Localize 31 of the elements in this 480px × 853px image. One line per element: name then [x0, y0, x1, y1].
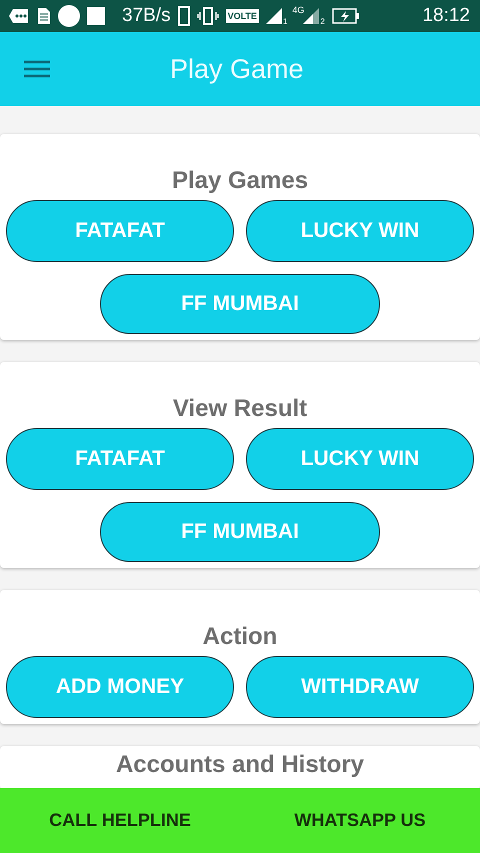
game-button[interactable]: FF MUMBAI: [100, 274, 380, 334]
signal-icon: [266, 8, 282, 24]
game-button[interactable]: FF MUMBAI: [100, 502, 380, 562]
sim-number: 2: [320, 17, 325, 26]
circle-icon: [58, 5, 80, 27]
game-button[interactable]: FATAFAT: [6, 428, 234, 490]
game-button[interactable]: ADD MONEY: [6, 656, 234, 718]
battery-charging-icon: [332, 8, 360, 24]
section-heading: View Result: [172, 394, 308, 424]
bottom-button[interactable]: WHATSAPP US: [240, 809, 480, 832]
phone-icon: [178, 6, 190, 26]
sim-number: 1: [282, 17, 288, 26]
app-title: Play Game: [170, 54, 304, 84]
game-button[interactable]: LUCKY WIN: [246, 200, 474, 262]
document-icon: [37, 7, 51, 25]
section-heading: Play Games: [170, 166, 310, 196]
network-speed: 37B/s: [122, 5, 171, 27]
volte-badge: VOLTE: [226, 9, 259, 23]
network-type: 4G: [292, 5, 304, 15]
section-heading: Accounts and History: [114, 750, 366, 780]
bottom-button[interactable]: CALL HELPLINE: [0, 809, 240, 832]
game-button[interactable]: WITHDRAW: [246, 656, 474, 718]
vibrate-icon: [196, 7, 219, 25]
message-icon: [8, 8, 30, 24]
clock: 18:12: [422, 5, 470, 27]
menu-icon[interactable]: [24, 59, 50, 79]
section-heading: Action: [202, 622, 278, 652]
game-button[interactable]: FATAFAT: [6, 200, 234, 262]
game-button[interactable]: LUCKY WIN: [246, 428, 474, 490]
signal-icon: [303, 8, 320, 24]
square-icon: [87, 7, 105, 25]
